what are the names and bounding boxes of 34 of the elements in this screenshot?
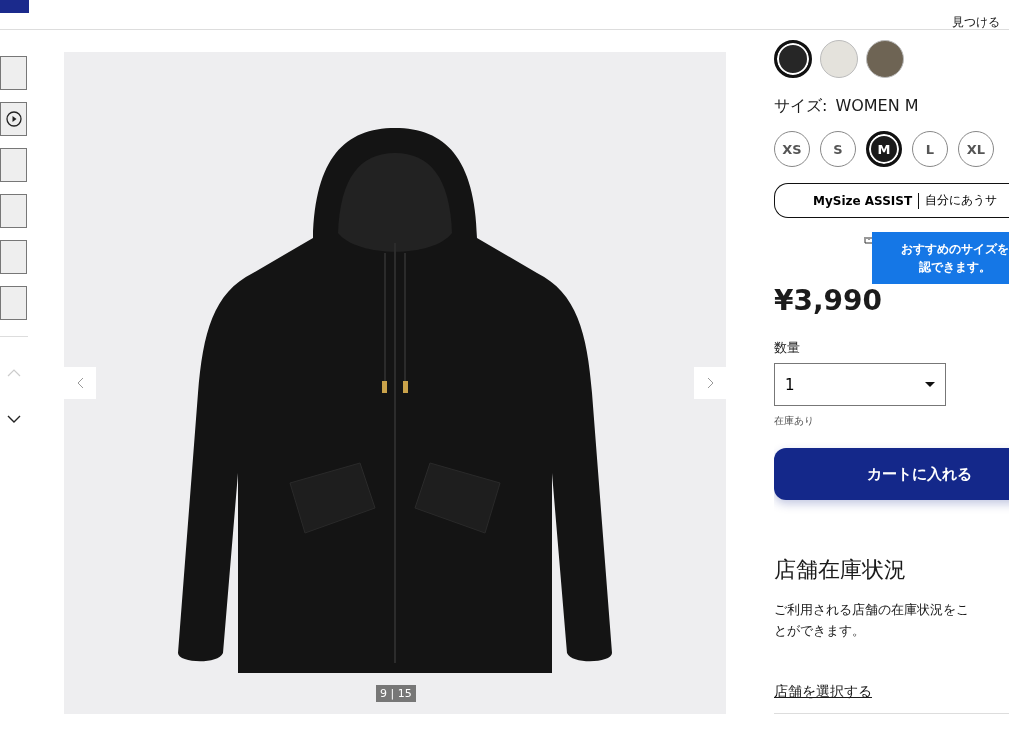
quantity-select[interactable]: 1 bbox=[774, 363, 946, 406]
size-value: WOMEN M bbox=[835, 96, 919, 117]
color-swatch[interactable] bbox=[820, 40, 858, 78]
select-store-link[interactable]: 店舗を選択する bbox=[774, 683, 1009, 701]
size-option[interactable]: M bbox=[866, 131, 902, 167]
photo-thumbnail[interactable] bbox=[0, 194, 27, 228]
price: ¥3,990 bbox=[774, 284, 884, 317]
photo-thumbnail[interactable] bbox=[0, 148, 27, 182]
play-icon bbox=[5, 111, 22, 127]
size-option[interactable]: XL bbox=[958, 131, 994, 167]
photo-thumbnail[interactable] bbox=[0, 240, 27, 274]
add-to-cart-button[interactable]: カートに入れる bbox=[774, 448, 1009, 500]
video-thumbnail[interactable] bbox=[0, 102, 27, 136]
quantity-label: 数量 bbox=[774, 339, 801, 357]
mysize-assist-button[interactable]: MySize ASSIST 自分にあうサ bbox=[774, 183, 1009, 218]
photo-thumbnail[interactable] bbox=[0, 56, 27, 90]
tooltip: おすすめのサイズを 認できます。 bbox=[872, 232, 1009, 284]
ruler-icon bbox=[864, 236, 874, 244]
size-option[interactable]: S bbox=[820, 131, 856, 167]
color-swatch[interactable] bbox=[866, 40, 904, 78]
size-label: サイズ: bbox=[774, 96, 828, 117]
size-option[interactable]: L bbox=[912, 131, 948, 167]
image-counter: 9 | 15 bbox=[376, 685, 416, 702]
chevron-down-icon[interactable] bbox=[7, 415, 21, 423]
store-stock-heading: 店舗在庫状況 bbox=[774, 556, 907, 584]
chevron-right-icon bbox=[706, 377, 714, 389]
stock-status: 在庫あり bbox=[774, 414, 815, 428]
chevron-left-icon bbox=[76, 377, 84, 389]
caret-icon bbox=[925, 382, 935, 387]
photo-thumbnail[interactable] bbox=[0, 286, 27, 320]
size-option[interactable]: XS bbox=[774, 131, 810, 167]
color-swatch[interactable] bbox=[774, 40, 812, 78]
store-stock-description: ご利用される店舗の在庫状況をこ とができます。 bbox=[774, 601, 970, 640]
find-link[interactable]: 見つける bbox=[952, 15, 1009, 29]
